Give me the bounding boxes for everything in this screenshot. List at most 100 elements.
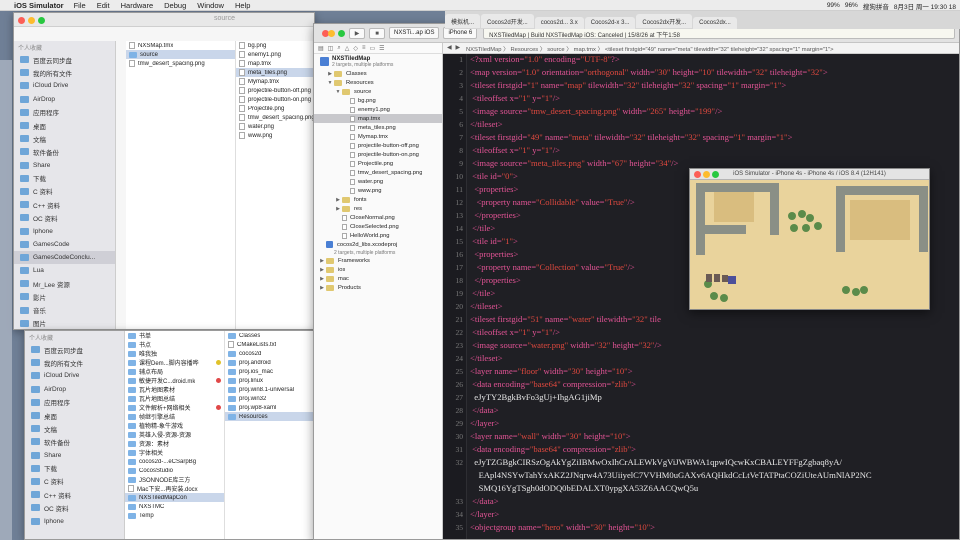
file-item[interactable]: tmw_desert_spacing.png — [126, 59, 235, 68]
disclosure-triangle-icon[interactable]: ▼ — [326, 80, 334, 86]
navigator-item[interactable]: ▶ ios — [314, 265, 442, 274]
stop-button[interactable]: ■ — [369, 27, 385, 39]
zoom-button[interactable] — [38, 17, 45, 24]
navigator-item[interactable]: CloseSelected.png — [314, 222, 442, 231]
test-icon[interactable]: ◇ — [353, 45, 358, 52]
symbol-icon[interactable]: ◫ — [328, 45, 334, 52]
sidebar-item[interactable]: 百度云同步盘 — [14, 53, 115, 66]
disclosure-triangle-icon[interactable]: ▼ — [334, 89, 342, 95]
file-item[interactable]: map.tmx — [236, 59, 314, 68]
file-item[interactable]: NXSMap.tmx — [126, 41, 235, 50]
sidebar-item[interactable]: Iphone — [14, 224, 115, 237]
file-item[interactable]: proj.win8.1-universal — [225, 385, 315, 394]
menu-item-edit[interactable]: Edit — [97, 1, 110, 10]
browser-tab[interactable]: Cocos2dx开发... — [636, 14, 693, 28]
file-item[interactable]: 瓦片地图素材 — [125, 385, 224, 394]
file-item[interactable]: source — [126, 50, 235, 59]
file-item[interactable]: 资源：素材 — [125, 439, 224, 448]
file-item[interactable]: Mac下安...再安装.docx — [125, 484, 224, 493]
code-line[interactable]: SMQ16YgTSgh0dODQ0bEDALXT0ypgXA53Z6AACQwQ… — [443, 483, 959, 496]
sidebar-item[interactable]: Iphone — [25, 514, 124, 527]
sidebar-item[interactable]: 文稿 — [25, 422, 124, 435]
navigator-item[interactable]: Mymap.tmx — [314, 132, 442, 141]
sidebar-item[interactable]: GamesCode — [14, 238, 115, 251]
disclosure-triangle-icon[interactable]: ▶ — [334, 206, 342, 212]
file-item[interactable]: cocos2d — [225, 349, 315, 358]
minimize-button[interactable] — [328, 29, 335, 37]
file-item[interactable]: CMakeLists.txt — [225, 340, 315, 349]
code-line[interactable]: 30 <layer name="wall" width="30" height="… — [443, 431, 959, 444]
code-line[interactable]: 33 </data> — [443, 496, 959, 509]
code-line[interactable]: 22 <tileoffset x="1" y="1"/> — [443, 327, 959, 340]
file-item[interactable]: CocosStudio — [125, 466, 224, 475]
code-line[interactable]: 3 <tileset firstgid="1" name="map" tilewi… — [443, 80, 959, 93]
scheme-selector[interactable]: NXSTi...ap iOS — [389, 27, 440, 39]
file-item[interactable]: 瓦片地图总结 — [125, 394, 224, 403]
file-item[interactable]: 书点 — [125, 340, 224, 349]
sidebar-item[interactable]: C 资料 — [25, 475, 124, 488]
file-item[interactable]: water.png — [236, 122, 314, 131]
sidebar-item[interactable]: iCloud Drive — [14, 79, 115, 92]
sidebar-item[interactable]: GamesCodeConclu... — [14, 250, 115, 264]
navigator-item[interactable]: ▶ Frameworks — [314, 256, 442, 265]
code-line[interactable]: 1 <?xml version="1.0" encoding="UTF-8"?> — [443, 54, 959, 67]
navigator-tabs[interactable]: ▤ ◫ ⌕ △ ◇ ≡ ▭ ☰ — [314, 43, 442, 54]
file-item[interactable]: www.png — [236, 131, 314, 140]
debug-icon[interactable]: ≡ — [362, 45, 366, 51]
code-line[interactable]: 28 </data> — [443, 405, 959, 418]
forward-icon[interactable]: ▶ — [455, 45, 459, 51]
file-item[interactable]: Temp — [125, 511, 224, 520]
file-item[interactable]: Resources — [225, 412, 315, 421]
breadcrumb[interactable]: NXSTiledMap 〉 Resources 〉 source 〉 map.t… — [466, 44, 834, 53]
navigator-item[interactable]: ▼ source — [314, 87, 442, 96]
code-line[interactable]: 25 <layer name="floor" width="30" height=… — [443, 366, 959, 379]
disclosure-triangle-icon[interactable]: ▶ — [318, 258, 326, 264]
sidebar-item[interactable]: 百度云同步盘 — [25, 343, 124, 356]
sidebar-item[interactable]: 下载 — [14, 172, 115, 185]
search-icon[interactable]: ⌕ — [337, 45, 340, 52]
file-item[interactable]: 辅点布局 — [125, 367, 224, 376]
file-item[interactable]: proj.linux — [225, 376, 315, 385]
file-item[interactable]: 字体相关 — [125, 448, 224, 457]
sidebar-item[interactable]: 应用程序 — [14, 106, 115, 119]
jump-bar[interactable]: ◀ ▶ NXSTiledMap 〉 Resources 〉 source 〉 m… — [443, 43, 959, 54]
code-line[interactable]: 4 <tileoffset x="1" y="1"/> — [443, 93, 959, 106]
breakpoint-icon[interactable]: ▭ — [369, 45, 375, 52]
sidebar-item[interactable]: 图片 — [14, 317, 115, 329]
navigator-item[interactable]: Projectile.png — [314, 159, 442, 168]
sidebar-item[interactable]: 软件备份 — [14, 145, 115, 158]
log-icon[interactable]: ☰ — [379, 45, 384, 52]
file-item[interactable]: projectile-button-off.png — [236, 86, 314, 95]
sidebar-item[interactable]: iCloud Drive — [25, 369, 124, 382]
sidebar-item[interactable]: C 资料 — [14, 185, 115, 198]
file-item[interactable]: proj.ios_mac — [225, 367, 315, 376]
file-item[interactable]: JSONNODE库三方 — [125, 475, 224, 484]
sidebar-item[interactable]: 桌面 — [14, 119, 115, 132]
sidebar-item[interactable]: Share — [14, 159, 115, 172]
file-item[interactable]: 敏捷开发C...droid.mk — [125, 376, 224, 385]
code-line[interactable]: 26 <data encoding="base64" compression="… — [443, 379, 959, 392]
file-item[interactable]: proj.wp8-xaml — [225, 403, 315, 412]
sidebar-item[interactable]: Mr_Lee 资源 — [14, 277, 115, 290]
menu-item-help[interactable]: Help — [235, 1, 250, 10]
menu-item-debug[interactable]: Debug — [164, 1, 186, 10]
file-item[interactable]: NXSTMC — [125, 502, 224, 511]
menu-item-file[interactable]: File — [74, 1, 86, 10]
back-icon[interactable]: ◀ — [447, 45, 451, 51]
sidebar-item[interactable]: AirDrop — [14, 93, 115, 106]
sidebar-item[interactable]: 我的所有文件 — [25, 356, 124, 369]
navigator-item[interactable]: ▶ Classes — [314, 69, 442, 78]
warning-icon[interactable]: △ — [345, 45, 350, 52]
sidebar-item[interactable]: 下载 — [25, 462, 124, 475]
file-item[interactable]: 帧继引擎总结 — [125, 412, 224, 421]
code-line[interactable]: 29 </layer> — [443, 418, 959, 431]
sidebar-item[interactable]: 影片 — [14, 290, 115, 303]
code-line[interactable]: 31 <data encoding="base64" compression="… — [443, 444, 959, 457]
close-button[interactable] — [18, 17, 25, 24]
navigator-item[interactable]: projectile-button-off.png — [314, 141, 442, 150]
browser-tab[interactable]: 模拟机... — [445, 14, 481, 28]
code-line[interactable]: 35 <objectgroup name="hero" width="30" he… — [443, 522, 959, 535]
sidebar-item[interactable]: 我的所有文件 — [14, 66, 115, 79]
disclosure-triangle-icon[interactable]: ▶ — [334, 197, 342, 203]
navigator-item[interactable]: ▶ Products — [314, 283, 442, 292]
